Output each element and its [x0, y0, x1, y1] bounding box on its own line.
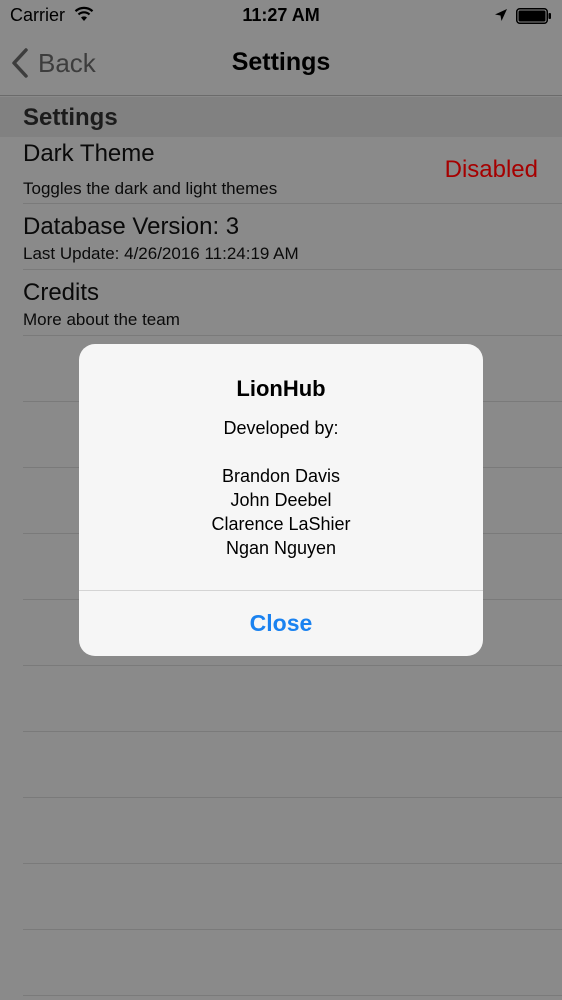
close-button[interactable]: Close: [79, 591, 483, 656]
row-divider: [23, 995, 562, 996]
row-subtitle: More about the team: [23, 310, 180, 329]
row-divider: [23, 665, 562, 666]
row-subtitle: Last Update: 4/26/2016 11:24:19 AM: [23, 244, 299, 263]
developer-name: John Deebel: [230, 490, 332, 510]
settings-row-database-version[interactable]: Database Version: 3 Last Update: 4/26/20…: [23, 204, 562, 269]
battery-icon: [516, 8, 551, 24]
developer-name: Ngan Nguyen: [225, 538, 337, 558]
status-time: 11:27 AM: [242, 5, 320, 25]
page-title: Settings: [231, 48, 331, 76]
settings-row-dark-theme[interactable]: Dark Theme Toggles the dark and light th…: [23, 137, 562, 203]
alert-title: LionHub: [236, 376, 326, 401]
section-header: Settings: [0, 97, 562, 137]
developer-name: Brandon Davis: [221, 466, 341, 486]
settings-row-credits[interactable]: Credits More about the team: [23, 270, 562, 335]
alert-message-heading: Developed by:: [223, 418, 339, 438]
row-title: Credits: [23, 279, 100, 306]
credits-alert-dialog: LionHub Developed by: Brandon Davis John…: [79, 344, 483, 656]
row-divider: [23, 929, 562, 930]
row-subtitle: Toggles the dark and light themes: [23, 179, 278, 198]
developer-name: Clarence LaShier: [211, 514, 351, 534]
row-divider: [23, 335, 562, 336]
row-title: Database Version: 3: [23, 213, 240, 240]
location-arrow-icon: [495, 9, 507, 21]
row-divider: [23, 797, 562, 798]
dark-theme-status-value: Disabled: [444, 156, 538, 183]
navigation-bar: Back Settings: [0, 32, 562, 96]
status-bar: Carrier 11:27 AM: [0, 0, 562, 32]
row-divider: [23, 731, 562, 732]
row-title: Dark Theme: [23, 140, 155, 167]
row-divider: [23, 863, 562, 864]
